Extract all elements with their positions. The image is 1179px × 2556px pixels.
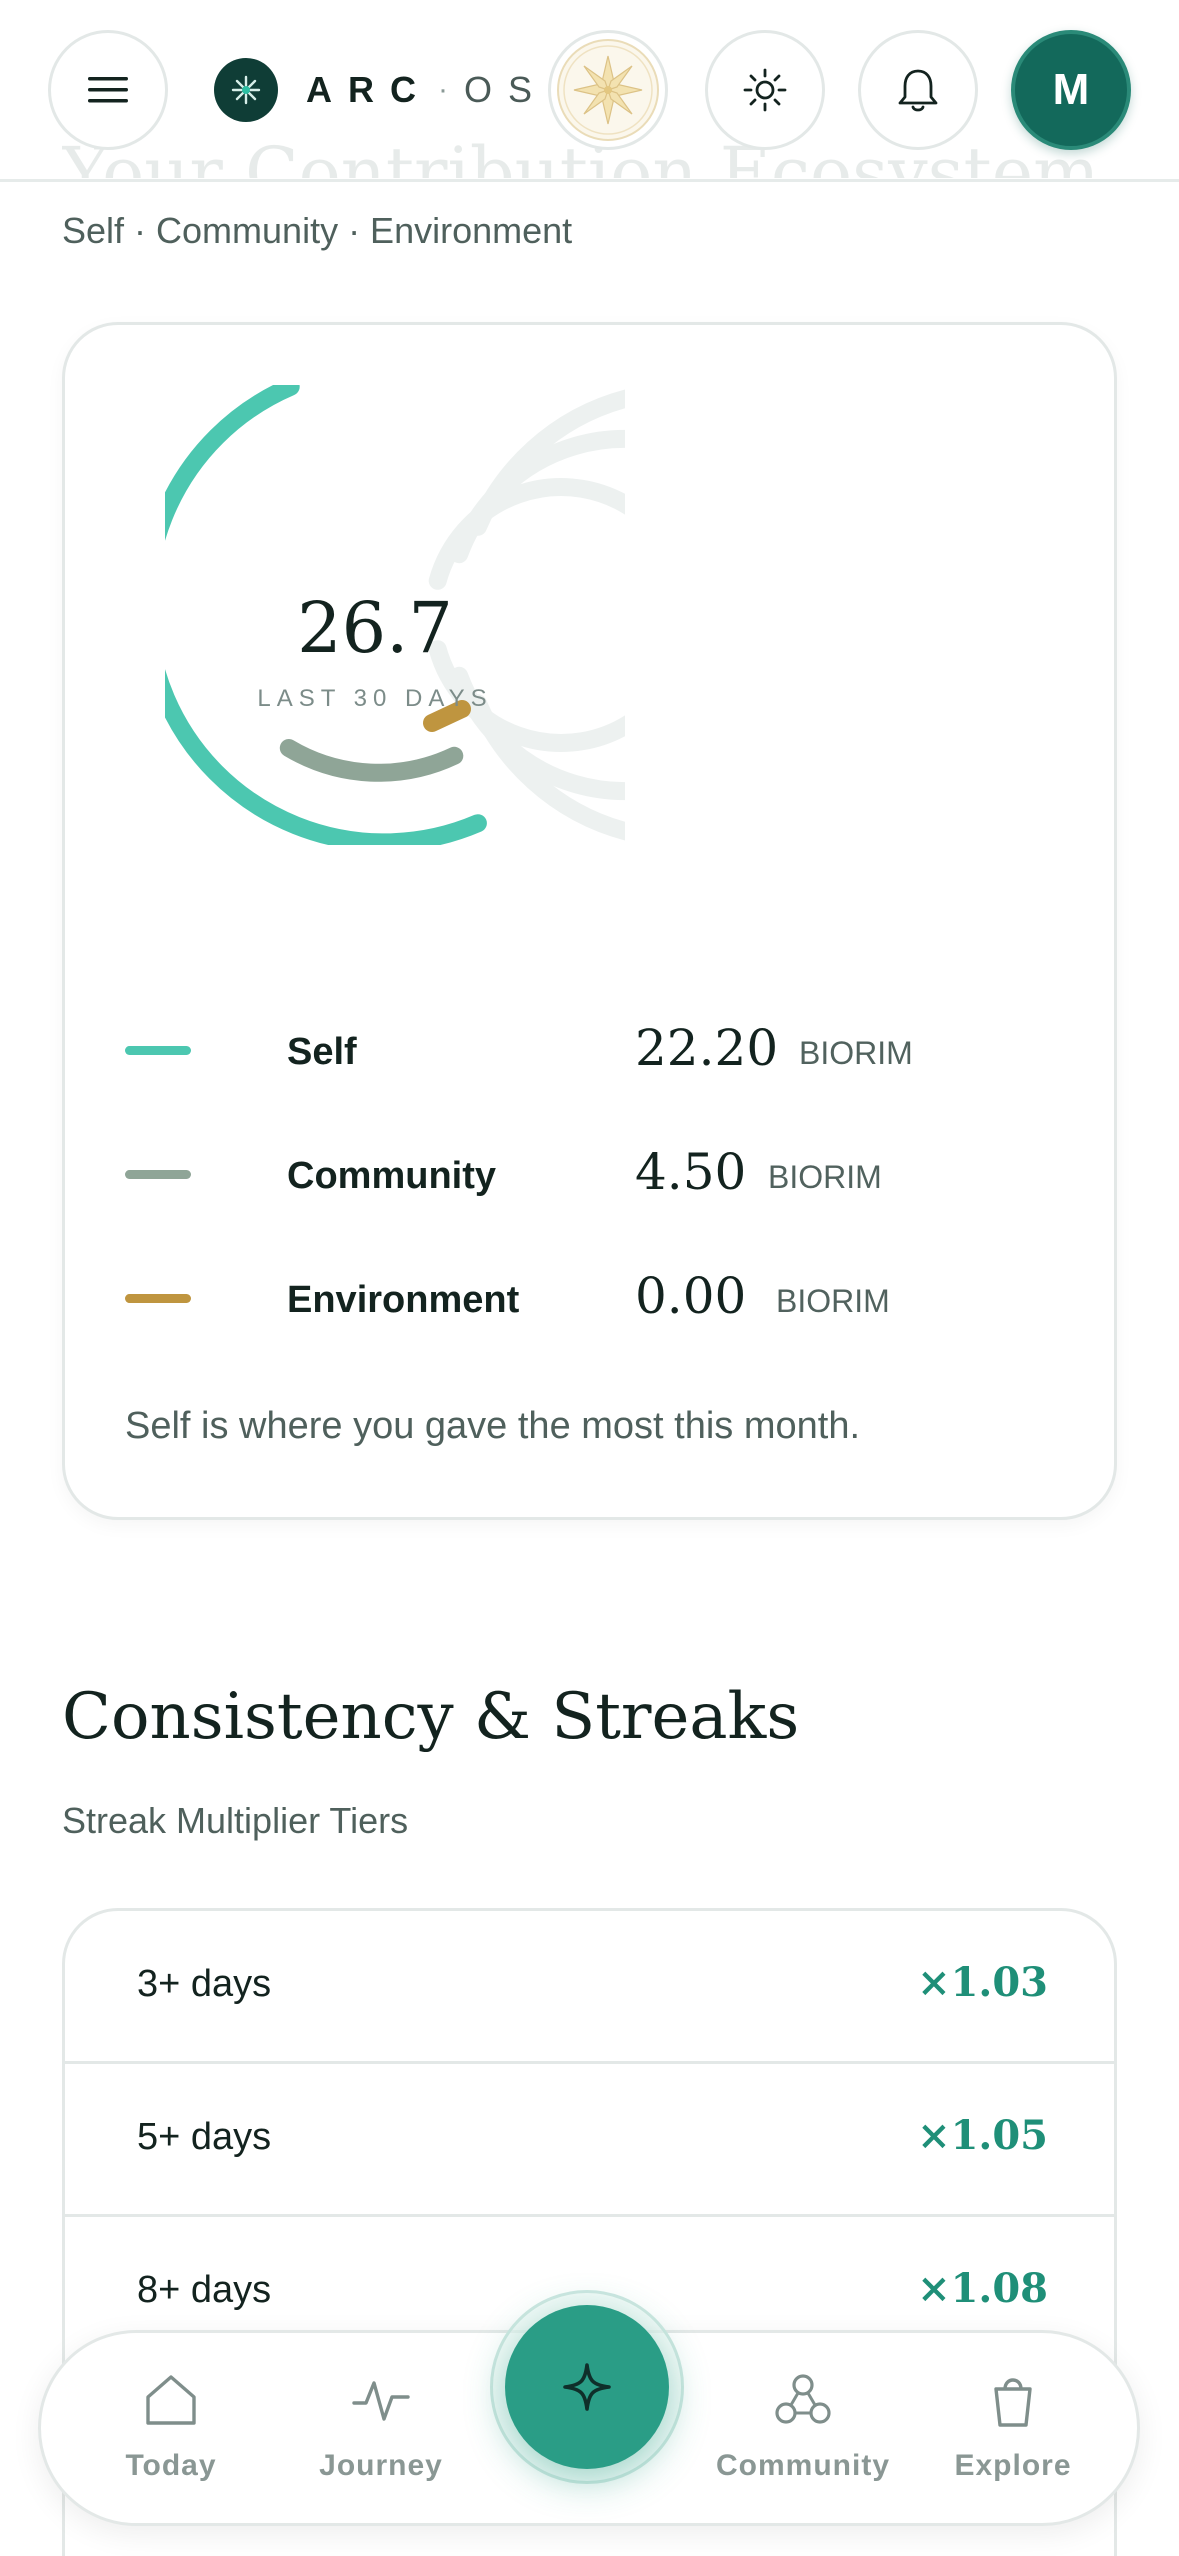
legend-value: 0.00 <box>635 1267 747 1325</box>
nav-label: Community <box>716 2449 890 2482</box>
environment-swatch <box>125 1294 191 1303</box>
sun-icon <box>743 68 787 112</box>
community-ring-arc <box>279 739 464 782</box>
nav-item-journey[interactable]: Journey <box>291 2371 471 2511</box>
legend-unit: BIORIM <box>799 1035 913 1071</box>
legend-name: Community <box>287 1155 496 1197</box>
self-swatch <box>125 1046 191 1055</box>
brand-name: ARC <box>306 69 432 110</box>
primary-action-button[interactable] <box>505 2305 669 2469</box>
legend-unit: BIORIM <box>768 1159 882 1195</box>
theme-toggle-button[interactable] <box>705 30 825 150</box>
bell-icon <box>898 69 938 112</box>
streaks-section-title: Consistency & Streaks <box>62 1680 800 1754</box>
community-icon <box>775 2374 831 2424</box>
tier-multiplier: ×1.03 <box>917 1959 1048 2006</box>
brand-separator: · <box>438 73 448 106</box>
notifications-button[interactable] <box>858 30 978 150</box>
legend-row-self[interactable]: Self 22.20 BIORIM <box>125 1019 1025 1089</box>
nav-item-explore[interactable]: Explore <box>923 2371 1103 2511</box>
legend-value: 4.50 <box>635 1143 747 1201</box>
tier-label: 8+ days <box>137 2269 272 2311</box>
nav-label: Explore <box>954 2449 1072 2482</box>
legend-unit: BIORIM <box>776 1283 890 1319</box>
total-contribution-value: 26.7 <box>297 587 453 669</box>
tier-multiplier: ×1.05 <box>917 2112 1048 2159</box>
streaks-section-subtitle: Streak Multiplier Tiers <box>62 1800 409 1841</box>
tier-label: 5+ days <box>137 2116 272 2158</box>
contribution-insight: Self is where you gave the most this mon… <box>125 1405 861 1447</box>
legend-row-community[interactable]: Community 4.50 BIORIM <box>125 1143 1025 1213</box>
hamburger-icon <box>88 77 128 103</box>
total-contribution-label: LAST 30 DAYS <box>257 685 493 712</box>
tier-label: 3+ days <box>137 1963 272 2005</box>
sparkle-icon <box>563 2363 611 2411</box>
tier-row: 5+ days ×1.05 <box>65 2064 1114 2217</box>
nav-item-community[interactable]: Community <box>713 2371 893 2511</box>
nav-label: Journey <box>319 2449 443 2482</box>
mandala-icon <box>557 39 659 141</box>
brand-suffix: OS <box>464 69 549 110</box>
brand-mark-icon <box>214 58 278 122</box>
top-header: Your Contribution Ecosystem ARC · OS M <box>0 0 1179 182</box>
pulse-icon <box>352 2381 410 2421</box>
legend-row-environment[interactable]: Environment 0.00 BIORIM <box>125 1267 1025 1337</box>
legend-name: Self <box>287 1031 357 1073</box>
brand-logo[interactable]: ARC · OS <box>214 57 548 123</box>
nav-item-today[interactable]: Today <box>81 2371 261 2511</box>
contribution-card: 26.7 LAST 30 DAYS Self 22.20 BIORIM Comm… <box>62 322 1117 1520</box>
tier-row: 3+ days ×1.03 <box>65 1911 1114 2064</box>
tier-multiplier: ×1.08 <box>917 2265 1048 2312</box>
legend-name: Environment <box>287 1279 520 1321</box>
bag-icon <box>994 2378 1032 2427</box>
legend-value: 22.20 <box>635 1019 779 1077</box>
emblem-button[interactable] <box>548 30 668 150</box>
community-swatch <box>125 1170 191 1179</box>
nav-label: Today <box>125 2449 217 2482</box>
menu-button[interactable] <box>48 30 168 150</box>
home-icon <box>146 2375 196 2425</box>
contribution-subtitle: Self · Community · Environment <box>62 210 573 251</box>
user-avatar[interactable]: M <box>1011 30 1131 150</box>
